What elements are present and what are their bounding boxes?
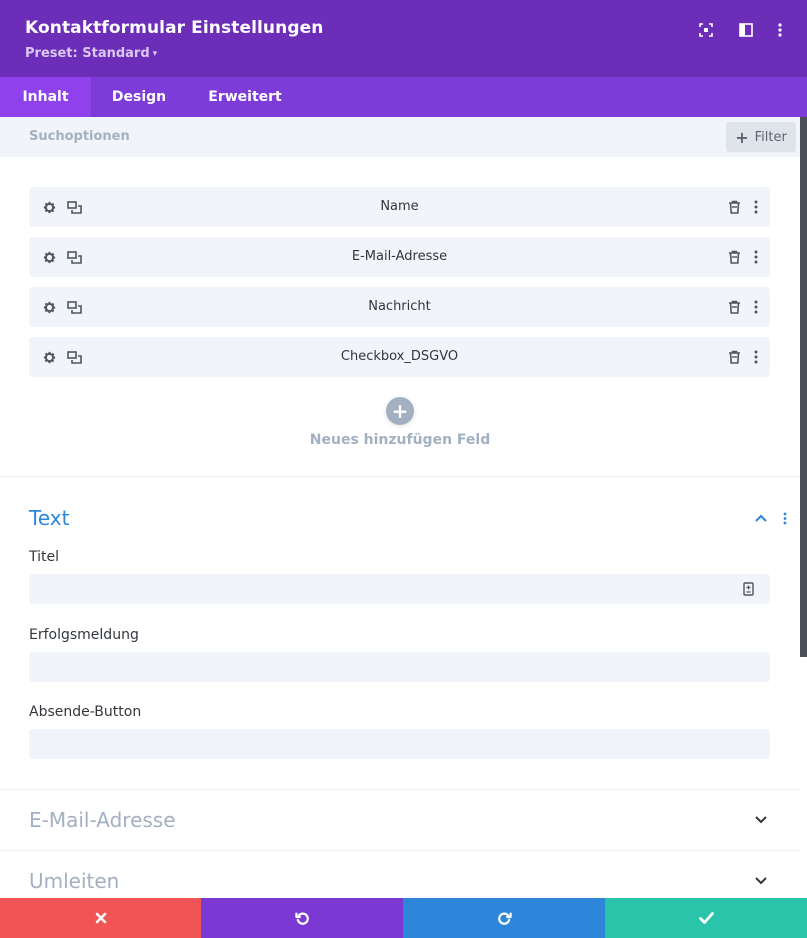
trash-icon[interactable] xyxy=(725,348,743,366)
chevron-down-icon[interactable] xyxy=(752,812,770,828)
add-field-label[interactable]: Neues hinzufügen Feld xyxy=(0,432,800,448)
preset-selector[interactable]: Preset: Standard ▾ xyxy=(25,46,157,61)
text-section-title[interactable]: Text xyxy=(29,506,69,530)
undo-icon xyxy=(294,912,309,925)
field-row-email[interactable]: E-Mail-Adresse xyxy=(29,237,770,277)
add-field-button[interactable]: + xyxy=(386,397,414,425)
field-row-message[interactable]: Nachricht xyxy=(29,287,770,327)
field-label: E-Mail-Adresse xyxy=(351,249,448,264)
more-icon[interactable] xyxy=(747,198,765,216)
tab-design[interactable]: Design xyxy=(91,77,187,117)
field-label: Checkbox_DSGVO xyxy=(340,349,459,364)
plus-icon: + xyxy=(735,127,749,147)
absende-button-label: Absende-Button xyxy=(29,704,142,720)
preset-label: Preset: Standard xyxy=(25,46,150,61)
filter-label: Filter xyxy=(754,129,787,145)
erfolgsmeldung-label: Erfolgsmeldung xyxy=(29,627,139,643)
cancel-button[interactable] xyxy=(0,898,201,938)
more-icon[interactable] xyxy=(770,20,790,40)
modal-title: Kontaktformular Einstellungen xyxy=(25,18,324,38)
field-label: Name xyxy=(380,199,419,214)
chevron-down-icon[interactable] xyxy=(752,873,770,889)
tab-erweitert[interactable]: Erweitert xyxy=(187,77,303,117)
trash-icon[interactable] xyxy=(725,198,743,216)
check-icon xyxy=(698,912,714,924)
save-button[interactable] xyxy=(605,898,807,938)
search-input[interactable]: Suchoptionen xyxy=(29,129,130,144)
more-icon[interactable] xyxy=(747,248,765,266)
sidebar-icon[interactable] xyxy=(736,20,756,40)
redo-button[interactable] xyxy=(403,898,605,938)
field-row-checkbox[interactable]: Checkbox_DSGVO xyxy=(29,337,770,377)
more-icon[interactable] xyxy=(747,298,765,316)
trash-icon[interactable] xyxy=(725,298,743,316)
section-divider xyxy=(0,476,800,477)
close-icon xyxy=(95,912,106,924)
email-section-title[interactable]: E-Mail-Adresse xyxy=(29,808,176,832)
absende-button-input[interactable] xyxy=(29,729,770,759)
titel-label: Titel xyxy=(29,549,60,565)
section-divider xyxy=(0,789,800,790)
trash-icon[interactable] xyxy=(725,248,743,266)
field-label: Nachricht xyxy=(368,299,431,314)
section-divider xyxy=(0,850,800,851)
field-row-name[interactable]: Name xyxy=(29,187,770,227)
redo-icon xyxy=(497,912,512,925)
titel-input[interactable] xyxy=(29,574,770,604)
action-footer xyxy=(0,898,807,938)
undo-button[interactable] xyxy=(201,898,403,938)
filter-button[interactable]: + Filter xyxy=(726,122,796,152)
more-icon[interactable] xyxy=(780,510,790,526)
search-bar: Suchoptionen xyxy=(0,117,807,157)
scrollbar[interactable] xyxy=(800,117,807,657)
chevron-up-icon[interactable] xyxy=(752,510,770,526)
tab-bar: Inhalt Design Erweitert xyxy=(0,77,807,117)
dynamic-content-icon[interactable] xyxy=(741,581,755,597)
modal-header: Kontaktformular Einstellungen Preset: St… xyxy=(0,0,807,77)
caret-down-icon: ▾ xyxy=(152,49,158,59)
fullscreen-icon[interactable] xyxy=(696,20,716,40)
tab-inhalt[interactable]: Inhalt xyxy=(0,77,91,117)
plus-icon: + xyxy=(391,399,409,423)
erfolgsmeldung-input[interactable] xyxy=(29,652,770,682)
umleiten-section-title[interactable]: Umleiten xyxy=(29,869,119,893)
more-icon[interactable] xyxy=(747,348,765,366)
